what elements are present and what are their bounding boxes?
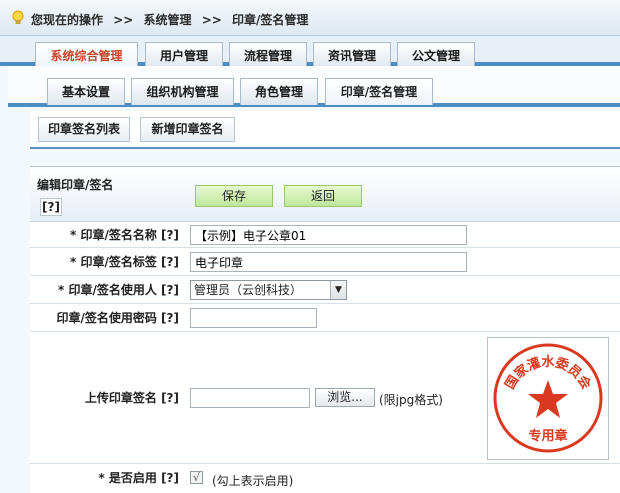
edit-seal-form: 编辑印章/签名 [?] 保存 返回 * 印章/签名名称 [?] * 印章/签名标… bbox=[30, 166, 620, 493]
tab-basic-settings[interactable]: 基本设置 bbox=[47, 78, 125, 105]
seal-user-value: 管理员（云创科技） bbox=[194, 283, 303, 297]
breadcrumb-sep-1: >> bbox=[113, 13, 134, 27]
breadcrumb-sep-2: >> bbox=[201, 13, 222, 27]
tab-document-management[interactable]: 公文管理 bbox=[397, 42, 475, 69]
row-seal-enable: * 是否启用 [?] √ (勾上表示启用) bbox=[30, 465, 620, 493]
seal-stamp-graphic: 国家灌水委员会 专用章 bbox=[493, 343, 603, 453]
chevron-down-icon[interactable]: ▼ bbox=[330, 281, 346, 299]
tab-system-general[interactable]: 系统综合管理 bbox=[35, 42, 138, 69]
help-button[interactable]: [?] bbox=[40, 198, 62, 216]
seal-password-label: 印章/签名使用密码 [?] bbox=[56, 311, 180, 325]
save-button[interactable]: 保存 bbox=[195, 185, 273, 207]
row-seal-name: * 印章/签名名称 [?] bbox=[30, 223, 620, 248]
row-seal-tag: * 印章/签名标签 [?] bbox=[30, 249, 620, 276]
tab-user-management[interactable]: 用户管理 bbox=[145, 42, 223, 69]
main-tab-bar: 系统综合管理 用户管理 流程管理 资讯管理 公文管理 bbox=[0, 36, 620, 69]
seal-name-input[interactable] bbox=[190, 225, 467, 245]
add-seal-button[interactable]: 新增印章签名 bbox=[140, 117, 235, 142]
seal-upload-label: 上传印章签名 [?] bbox=[84, 391, 179, 405]
enable-hint: (勾上表示启用) bbox=[212, 474, 294, 488]
tab-news-management[interactable]: 资讯管理 bbox=[313, 42, 391, 69]
upload-format-hint: (限jpg格式) bbox=[379, 393, 443, 407]
breadcrumb-prefix: 您现在的操作 bbox=[31, 13, 104, 27]
seal-name-label: * 印章/签名名称 [?] bbox=[70, 228, 179, 242]
form-header: 编辑印章/签名 [?] 保存 返回 bbox=[30, 167, 620, 222]
seal-user-select[interactable]: 管理员（云创科技） ▼ bbox=[190, 280, 347, 300]
upload-file-path-input[interactable] bbox=[190, 388, 310, 408]
row-seal-password: 印章/签名使用密码 [?] bbox=[30, 305, 620, 332]
form-title: 编辑印章/签名 bbox=[37, 178, 114, 192]
breadcrumb-level-2[interactable]: 印章/签名管理 bbox=[232, 13, 308, 27]
breadcrumb: 您现在的操作 >> 系统管理 >> 印章/签名管理 bbox=[0, 0, 620, 36]
seal-list-button[interactable]: 印章签名列表 bbox=[38, 117, 130, 142]
back-button[interactable]: 返回 bbox=[284, 185, 362, 207]
seal-user-label: * 印章/签名使用人 [?] bbox=[58, 283, 179, 297]
browse-button[interactable]: 浏览... bbox=[315, 388, 375, 407]
enable-checkbox[interactable]: √ bbox=[190, 471, 203, 484]
row-seal-user: * 印章/签名使用人 [?] 管理员（云创科技） ▼ bbox=[30, 277, 620, 304]
seal-password-input[interactable] bbox=[190, 308, 317, 328]
seal-preview-image: 国家灌水委员会 专用章 bbox=[487, 337, 609, 460]
tab-org-management[interactable]: 组织机构管理 bbox=[131, 78, 234, 105]
seal-tag-label: * 印章/签名标签 [?] bbox=[70, 255, 179, 269]
action-bar: 印章签名列表 新增印章签名 bbox=[30, 111, 620, 149]
seal-bottom-text: 专用章 bbox=[528, 428, 567, 444]
tab-workflow-management[interactable]: 流程管理 bbox=[229, 42, 307, 69]
breadcrumb-text: 您现在的操作 >> 系统管理 >> 印章/签名管理 bbox=[31, 11, 314, 28]
row-seal-upload: 上传印章签名 [?] 浏览... (限jpg格式) 国家灌水委员会 专用章 bbox=[30, 333, 620, 464]
breadcrumb-level-1[interactable]: 系统管理 bbox=[144, 13, 192, 27]
lightbulb-icon bbox=[12, 10, 24, 24]
sub-tab-bar: 基本设置 组织机构管理 角色管理 印章/签名管理 bbox=[8, 66, 620, 107]
seal-enable-label: * 是否启用 [?] bbox=[98, 471, 179, 485]
tab-seal-signature-management[interactable]: 印章/签名管理 bbox=[325, 78, 433, 105]
tab-role-management[interactable]: 角色管理 bbox=[240, 78, 318, 105]
seal-tag-input[interactable] bbox=[190, 252, 467, 272]
